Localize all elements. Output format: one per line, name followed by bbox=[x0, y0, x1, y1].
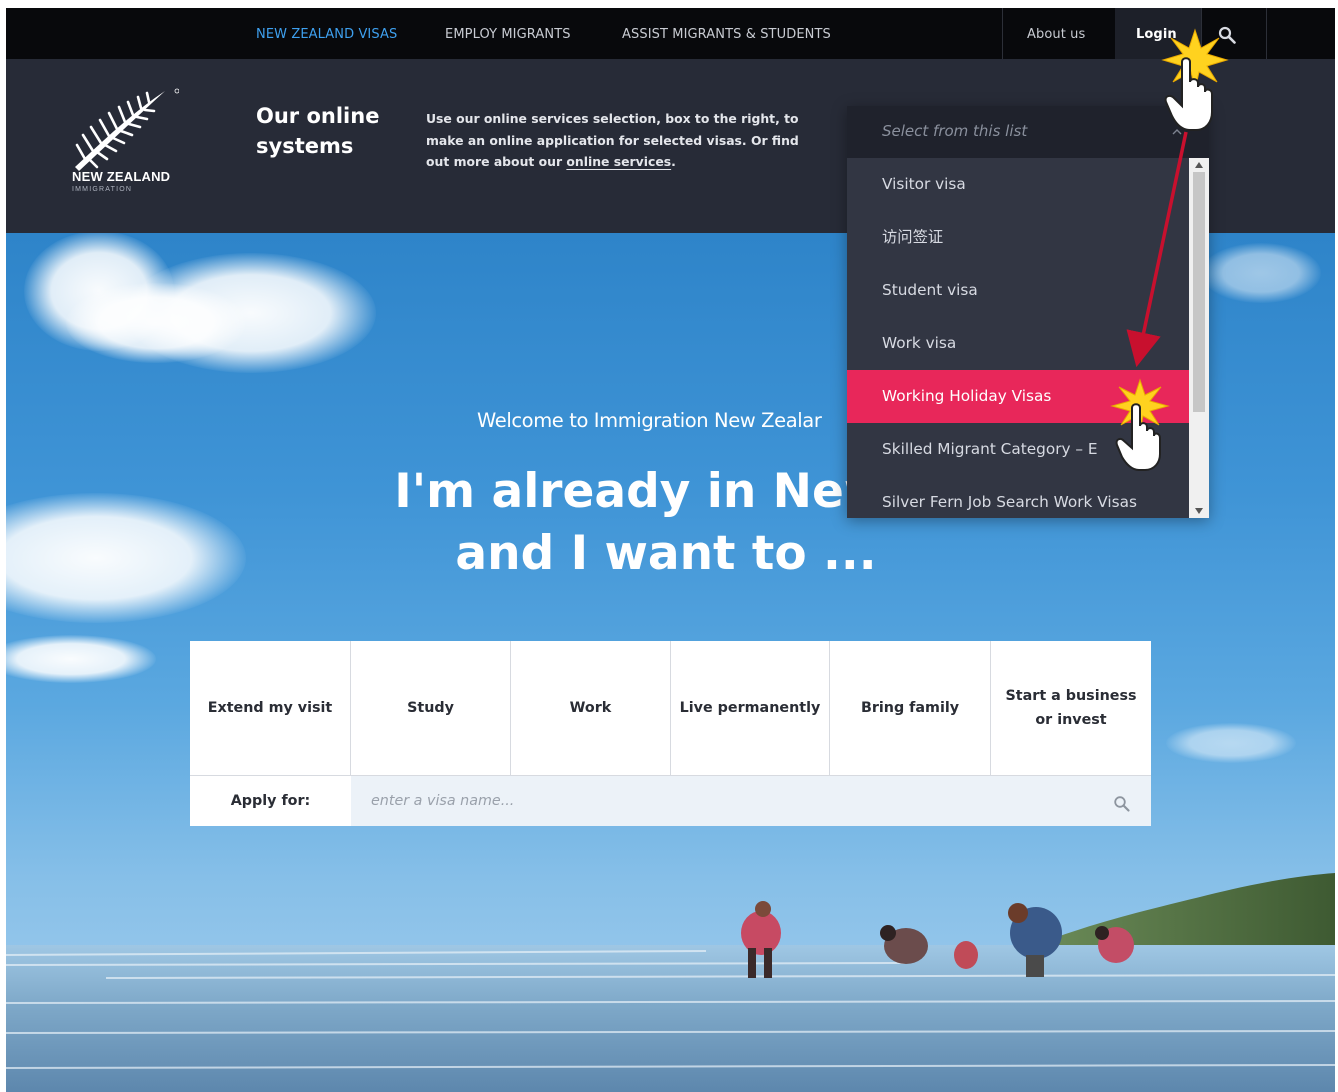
dropdown-select-box[interactable]: Select from this list bbox=[847, 106, 1209, 158]
option-work[interactable]: Work bbox=[511, 641, 671, 775]
nav-divider bbox=[1266, 8, 1267, 59]
option-extend-my-visit[interactable]: Extend my visit bbox=[190, 641, 351, 775]
scroll-up-arrow-icon[interactable] bbox=[1195, 162, 1203, 168]
header-description-end: . bbox=[671, 154, 676, 169]
nav-new-zealand-visas[interactable]: NEW ZEALAND VISAS bbox=[256, 8, 397, 59]
online-systems-dropdown[interactable]: Select from this list Visitor visa 访问签证 … bbox=[847, 106, 1209, 518]
page-title: Our online systems bbox=[256, 104, 380, 158]
scrollbar-thumb[interactable] bbox=[1193, 172, 1205, 412]
search-icon[interactable] bbox=[1218, 26, 1236, 44]
dropdown-option-work-visa[interactable]: Work visa bbox=[847, 317, 1189, 370]
nav-divider bbox=[1002, 8, 1003, 59]
apply-for-label: Apply for: bbox=[190, 775, 351, 826]
chevron-up-icon bbox=[1172, 129, 1182, 135]
visa-search-field[interactable] bbox=[351, 775, 1151, 826]
visa-name-input[interactable] bbox=[371, 776, 1071, 826]
dropdown-option-silver-fern-job-search[interactable]: Silver Fern Job Search Work Visas bbox=[847, 476, 1189, 518]
dropdown-options-list: Visitor visa 访问签证 Student visa Work visa… bbox=[847, 158, 1189, 518]
option-bring-family[interactable]: Bring family bbox=[830, 641, 991, 775]
dropdown-option-skilled-migrant-category[interactable]: Skilled Migrant Category – E bbox=[847, 423, 1189, 476]
login-link[interactable]: Login bbox=[1136, 8, 1177, 59]
header-description: Use our online services selection, box t… bbox=[426, 108, 826, 173]
apply-for-row: Apply for: bbox=[190, 775, 1151, 826]
nav-assist-migrants-students[interactable]: ASSIST MIGRANTS & STUDENTS bbox=[622, 8, 831, 59]
scroll-down-arrow-icon[interactable] bbox=[1195, 508, 1203, 514]
intent-options: Extend my visit Study Work Live permanen… bbox=[190, 641, 1151, 775]
nav-employ-migrants[interactable]: EMPLOY MIGRANTS bbox=[445, 8, 571, 59]
top-navigation: NEW ZEALAND VISAS EMPLOY MIGRANTS ASSIST… bbox=[6, 8, 1335, 59]
about-us-link[interactable]: About us bbox=[1027, 8, 1085, 59]
nav-divider bbox=[1201, 8, 1202, 59]
search-icon[interactable] bbox=[1113, 795, 1131, 813]
dropdown-scrollbar[interactable] bbox=[1189, 158, 1209, 518]
hero-welcome-text: Welcome to Immigration New Zealar bbox=[477, 409, 822, 432]
option-start-business-or-invest[interactable]: Start a business or invest bbox=[991, 641, 1151, 775]
option-study[interactable]: Study bbox=[351, 641, 511, 775]
hero-headline-line2: and I want to ... bbox=[455, 526, 877, 581]
logo-wordmark: NEW ZEALAND bbox=[72, 169, 171, 184]
dropdown-option-visitor-visa[interactable]: Visitor visa bbox=[847, 158, 1189, 211]
browser-viewport: NEW ZEALAND VISAS EMPLOY MIGRANTS ASSIST… bbox=[6, 8, 1335, 1092]
dropdown-option-visitor-visa-chinese[interactable]: 访问签证 bbox=[847, 211, 1189, 264]
option-live-permanently[interactable]: Live permanently bbox=[671, 641, 830, 775]
dropdown-option-student-visa[interactable]: Student visa bbox=[847, 264, 1189, 317]
logo-subtitle: IMMIGRATION bbox=[72, 186, 133, 193]
dropdown-option-working-holiday-visas[interactable]: Working Holiday Visas bbox=[847, 370, 1189, 423]
online-services-link[interactable]: online services bbox=[566, 154, 671, 169]
dropdown-placeholder: Select from this list bbox=[882, 122, 1028, 140]
